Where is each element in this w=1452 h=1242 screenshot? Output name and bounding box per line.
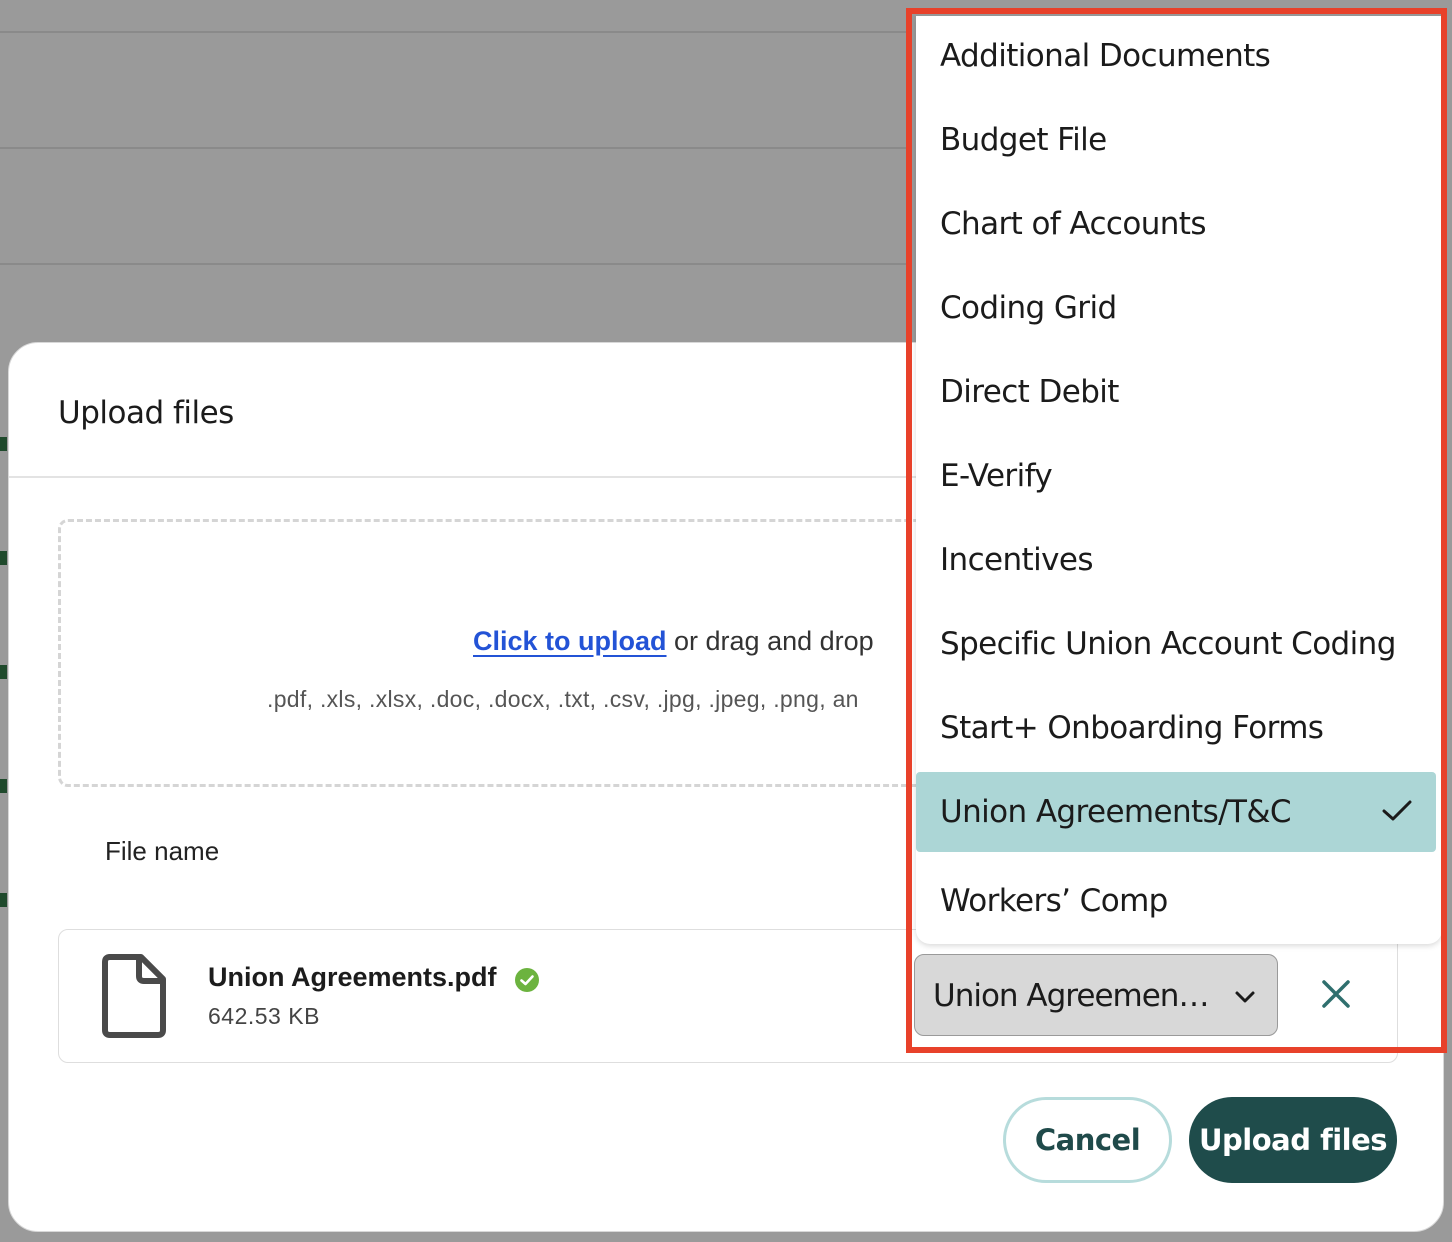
checkmark-icon xyxy=(1382,800,1412,821)
dropdown-option-label: Union Agreements/T&C xyxy=(940,794,1292,830)
backdrop-divider xyxy=(0,31,910,33)
dropdown-option[interactable]: Incentives xyxy=(916,520,1436,600)
modal-title: Upload files xyxy=(58,395,234,431)
dropdown-option[interactable]: Specific Union Account Coding xyxy=(916,604,1436,684)
dropdown-option[interactable]: Workers’ Comp xyxy=(916,861,1436,941)
file-size: 642.53 KB xyxy=(208,1003,320,1029)
accepted-file-types: .pdf, .xls, .xlsx, .doc, .docx, .txt, .c… xyxy=(267,686,859,712)
dropdown-option-selected[interactable]: Union Agreements/T&C xyxy=(916,772,1436,852)
cancel-button[interactable]: Cancel xyxy=(1003,1097,1172,1183)
document-type-dropdown: Additional Documents Budget File Chart o… xyxy=(916,16,1442,944)
dropdown-option[interactable]: Budget File xyxy=(916,100,1436,180)
close-icon[interactable] xyxy=(1318,976,1354,1012)
click-to-upload-link[interactable]: Click to upload xyxy=(473,626,667,656)
dropzone-instructions: Click to upload or drag and drop xyxy=(473,626,874,657)
dropdown-option[interactable]: Start+ Onboarding Forms xyxy=(916,688,1436,768)
dropdown-option[interactable]: Coding Grid xyxy=(916,268,1436,348)
backdrop-divider xyxy=(0,263,910,265)
document-type-value: Union Agreements/T&C xyxy=(933,978,1215,1014)
check-circle-icon xyxy=(515,968,539,992)
backdrop-marker xyxy=(0,551,7,565)
file-icon xyxy=(102,954,166,1038)
dropdown-option[interactable]: E-Verify xyxy=(916,436,1436,516)
backdrop-marker xyxy=(0,893,7,907)
backdrop-marker xyxy=(0,437,7,451)
dropdown-option[interactable]: Additional Documents xyxy=(916,16,1436,96)
dropdown-option[interactable]: Chart of Accounts xyxy=(916,184,1436,264)
file-name-column-header: File name xyxy=(105,836,220,866)
dropdown-option[interactable]: Direct Debit xyxy=(916,352,1436,432)
drag-drop-text: or drag and drop xyxy=(666,626,874,656)
document-type-select[interactable]: Union Agreements/T&C xyxy=(914,954,1278,1036)
upload-files-button[interactable]: Upload files xyxy=(1189,1097,1397,1183)
chevron-down-icon xyxy=(1235,991,1255,1003)
backdrop-divider xyxy=(0,147,910,149)
file-name: Union Agreements.pdf xyxy=(208,962,497,992)
backdrop-marker xyxy=(0,665,7,679)
backdrop-marker xyxy=(0,779,7,793)
